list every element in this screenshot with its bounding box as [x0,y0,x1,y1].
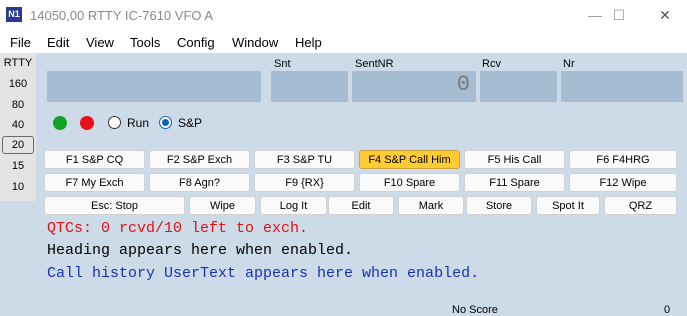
edit-button[interactable]: Edit [328,196,394,215]
close-button[interactable]: ✕ [650,4,680,26]
f4-button[interactable]: F4 S&P Call Him [359,150,460,169]
entry-window: RTTY 160 80 40 20 15 10 Snt SentNR Rcv N… [0,53,687,316]
app-logo-icon: N1 [6,7,22,22]
menu-bar: File Edit View Tools Config Window Help [0,31,687,53]
nr-field[interactable] [561,71,683,102]
red-status-icon [80,116,94,130]
qtc-line: QTCs: 0 rcvd/10 left to exch. [47,220,309,237]
menu-file[interactable]: File [10,35,31,50]
sp-label: S&P [178,116,203,130]
band-15[interactable]: 15 [0,160,36,172]
f8-button[interactable]: F8 Agn? [149,173,250,192]
sentnr-label: SentNR [355,58,394,70]
rcv-field[interactable] [480,71,557,102]
menu-help[interactable]: Help [295,35,322,50]
green-status-icon [53,116,67,130]
run-label: Run [127,116,150,130]
sentnr-value: 0 [456,72,470,97]
f3-button[interactable]: F3 S&P TU [254,150,355,169]
f2-button[interactable]: F2 S&P Exch [149,150,250,169]
sp-radio[interactable] [159,116,172,129]
band-20[interactable]: 20 [0,139,36,151]
window-title: 14050,00 RTTY IC-7610 VFO A [30,8,214,23]
menu-config[interactable]: Config [177,35,215,50]
band-40[interactable]: 40 [0,119,36,131]
wipe-button[interactable]: Wipe [189,196,256,215]
menu-tools[interactable]: Tools [130,35,160,50]
qrz-button[interactable]: QRZ [604,196,677,215]
nr-label: Nr [563,58,575,70]
f11-button[interactable]: F11 Spare [464,173,565,192]
maximize-button[interactable]: ☐ [604,4,634,26]
mark-button[interactable]: Mark [398,196,464,215]
menu-view[interactable]: View [86,35,114,50]
menu-window[interactable]: Window [232,35,278,50]
count-status: 0 [664,304,671,316]
snt-field[interactable] [271,71,348,102]
callsign-field[interactable] [47,71,261,102]
f12-button[interactable]: F12 Wipe [569,173,677,192]
esc-stop-button[interactable]: Esc: Stop [44,196,185,215]
snt-label: Snt [274,58,291,70]
spot-it-button[interactable]: Spot It [536,196,600,215]
run-radio[interactable] [108,116,121,129]
store-button[interactable]: Store [466,196,532,215]
heading-line: Heading appears here when enabled. [47,242,354,259]
rcv-label: Rcv [482,58,501,70]
mode-label: RTTY [3,57,33,69]
log-it-button[interactable]: Log It [260,196,327,215]
band-10[interactable]: 10 [0,181,36,193]
band-panel: RTTY 160 80 40 20 15 10 [0,53,36,201]
f10-button[interactable]: F10 Spare [359,173,460,192]
menu-edit[interactable]: Edit [47,35,69,50]
call-history-line: Call history UserText appears here when … [47,265,480,282]
f6-button[interactable]: F6 F4HRG [569,150,677,169]
title-bar: N1 14050,00 RTTY IC-7610 VFO A — ☐ ✕ [0,0,687,31]
score-status: No Score [452,304,498,316]
band-160[interactable]: 160 [0,78,36,90]
f9-button[interactable]: F9 {RX} [254,173,355,192]
f7-button[interactable]: F7 My Exch [44,173,145,192]
f1-button[interactable]: F1 S&P CQ [44,150,145,169]
band-80[interactable]: 80 [0,99,36,111]
sentnr-field[interactable]: 0 [352,71,476,102]
f5-button[interactable]: F5 His Call [464,150,565,169]
